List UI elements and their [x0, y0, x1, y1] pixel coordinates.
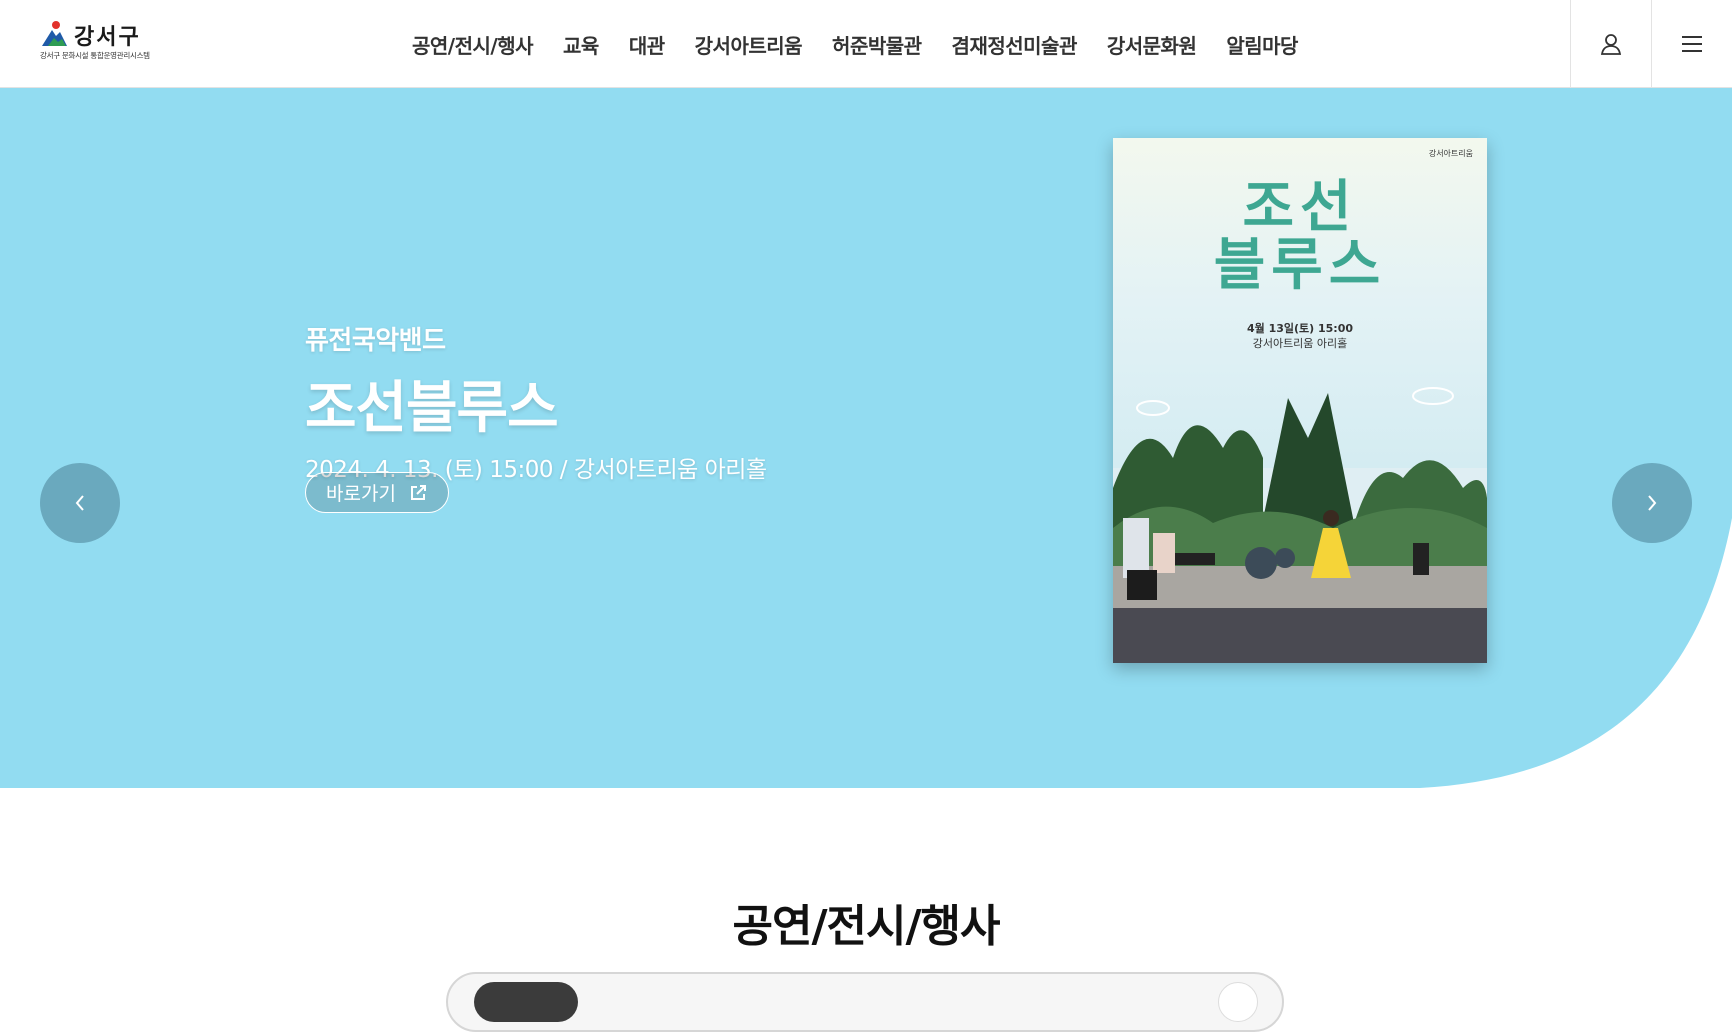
event-poster[interactable]: 강서아트리움 조선 블루스 4월 13일(토) 15:00 강서아트리움 아리홀: [1113, 138, 1487, 663]
logo-subtitle: 강서구 문화시설 통합운영관리시스템: [40, 51, 150, 60]
tab-bar-toggle-button[interactable]: [1218, 982, 1258, 1022]
poster-title-line1: 조선: [1242, 175, 1358, 240]
logo-title: 강서구: [74, 25, 141, 50]
hero-text-block: 퓨전국악밴드 조선블루스 2024. 4. 13. (토) 15:00 / 강서…: [305, 320, 767, 484]
category-tab-active[interactable]: [474, 982, 578, 1022]
external-link-icon: [408, 483, 428, 503]
site-logo[interactable]: 강서구 강서구 문화시설 통합운영관리시스템: [40, 18, 152, 62]
user-icon: [1600, 34, 1622, 55]
poster-title-line2: 블루스: [1213, 233, 1387, 298]
section-title-performance: 공연/전시/행사: [732, 901, 1000, 952]
poster-venue: 강서아트리움 아리홀: [1252, 337, 1348, 350]
main-navigation: 공연/전시/행사 교육 대관 강서아트리움 허준박물관 겸재정선미술관 강서문화…: [412, 0, 1298, 88]
hero-subtitle: 퓨전국악밴드: [305, 326, 446, 356]
carousel-next-button[interactable]: [1612, 463, 1692, 543]
poster-date: 4월 13일(토) 15:00: [1246, 322, 1354, 335]
login-button[interactable]: [1570, 0, 1651, 88]
site-header: 강서구 강서구 문화시설 통합운영관리시스템 공연/전시/행사 교육 대관 강서…: [0, 0, 1732, 88]
nav-item-education[interactable]: 교육: [563, 30, 599, 59]
go-link-button[interactable]: 바로가기: [305, 472, 449, 513]
nav-item-gyeomjae-museum[interactable]: 겸재정선미술관: [952, 30, 1078, 59]
nav-item-culture-center[interactable]: 강서문화원: [1107, 30, 1197, 59]
chevron-left-icon: [75, 495, 84, 511]
nav-item-heojun-museum[interactable]: 허준박물관: [832, 30, 922, 59]
chevron-right-icon: [1648, 495, 1657, 511]
hero-title: 조선블루스: [305, 376, 559, 441]
go-link-label: 바로가기: [326, 483, 396, 505]
category-tab-bar: [446, 972, 1284, 1032]
hamburger-menu-icon: [1682, 36, 1702, 52]
hero-carousel: 퓨전국악밴드 조선블루스 2024. 4. 13. (토) 15:00 / 강서…: [0, 88, 1732, 788]
nav-item-rental[interactable]: 대관: [629, 30, 665, 59]
gangseo-logo-icon: [42, 21, 67, 46]
poster-band-photo: [1113, 387, 1487, 663]
nav-item-atrium[interactable]: 강서아트리움: [695, 30, 803, 59]
sitemap-menu-button[interactable]: [1651, 0, 1732, 88]
carousel-prev-button[interactable]: [40, 463, 120, 543]
nav-item-performance[interactable]: 공연/전시/행사: [412, 30, 534, 59]
poster-brand: 강서아트리움: [1428, 149, 1473, 158]
nav-item-notice[interactable]: 알림마당: [1226, 30, 1298, 59]
